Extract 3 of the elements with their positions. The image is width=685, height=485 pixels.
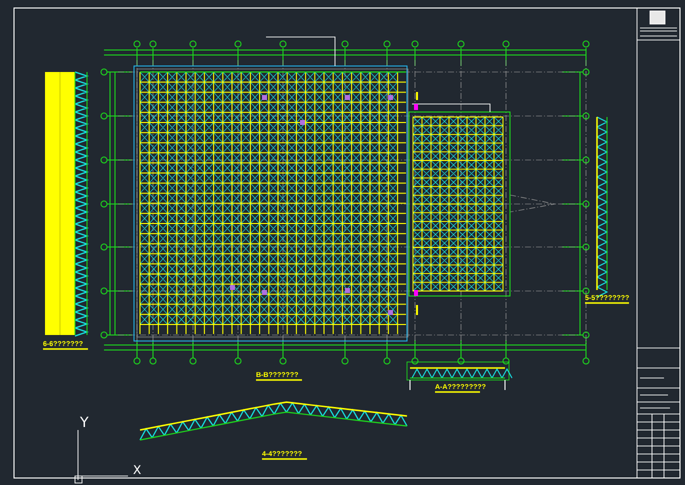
x-axis-label: X: [133, 463, 142, 477]
ucs-axis-icon: [74, 430, 128, 484]
y-axis-label: Y: [80, 415, 89, 431]
